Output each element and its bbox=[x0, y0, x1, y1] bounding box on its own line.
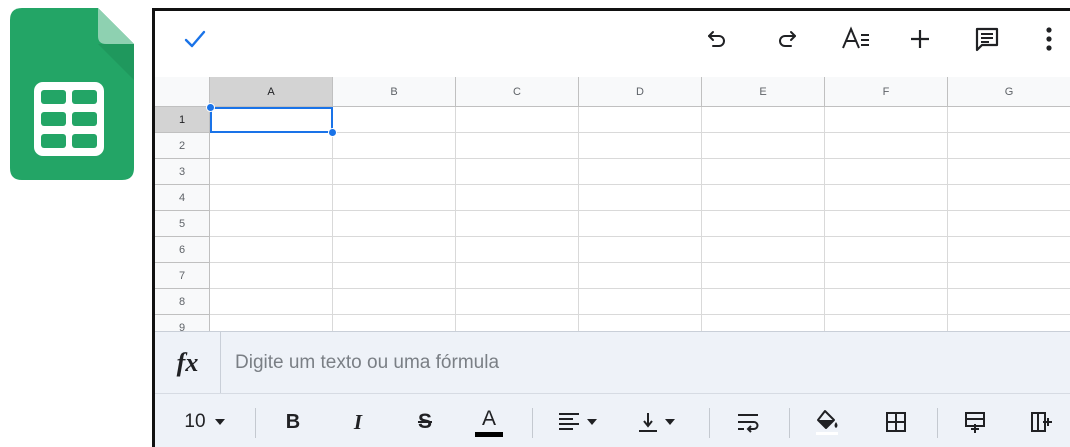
row-header-8[interactable]: 8 bbox=[155, 289, 210, 315]
more-vert-icon[interactable] bbox=[1029, 19, 1069, 59]
row-header-6[interactable]: 6 bbox=[155, 237, 210, 263]
text-color-label: A bbox=[481, 406, 496, 430]
font-size-dropdown-icon bbox=[214, 419, 225, 425]
column-header-f[interactable]: F bbox=[825, 77, 948, 107]
top-toolbar bbox=[155, 11, 1070, 77]
borders-icon[interactable] bbox=[876, 402, 916, 442]
font-size-value: 10 bbox=[184, 411, 206, 432]
check-icon[interactable] bbox=[175, 19, 215, 59]
fx-icon: fx bbox=[155, 332, 221, 394]
column-header-c[interactable]: C bbox=[456, 77, 579, 107]
row-header-3[interactable]: 3 bbox=[155, 159, 210, 185]
select-all-corner[interactable] bbox=[155, 77, 210, 107]
column-header-b[interactable]: B bbox=[333, 77, 456, 107]
cell-area[interactable] bbox=[210, 107, 1070, 331]
google-sheets-logo-icon bbox=[10, 8, 134, 180]
undo-icon[interactable] bbox=[697, 19, 737, 59]
row-header-2[interactable]: 2 bbox=[155, 133, 210, 159]
text-color-icon[interactable]: A bbox=[471, 402, 507, 442]
row-header-5[interactable]: 5 bbox=[155, 211, 210, 237]
spreadsheet-editor: A B C D E F G 1 2 3 4 5 6 7 8 9 fx Digit… bbox=[152, 8, 1070, 447]
bold-icon[interactable]: B bbox=[275, 402, 311, 442]
toolbar-divider bbox=[255, 408, 256, 438]
insert-icon[interactable] bbox=[900, 19, 940, 59]
selected-cell-a1[interactable] bbox=[210, 107, 333, 133]
text-wrap-icon[interactable] bbox=[729, 402, 769, 442]
comment-icon[interactable] bbox=[967, 19, 1007, 59]
column-header-g[interactable]: G bbox=[948, 77, 1070, 107]
italic-icon[interactable]: I bbox=[340, 402, 376, 442]
selection-handle-top-left[interactable] bbox=[206, 103, 215, 112]
toolbar-divider bbox=[709, 408, 710, 438]
toolbar-divider bbox=[532, 408, 533, 438]
redo-icon[interactable] bbox=[767, 19, 807, 59]
column-header-e[interactable]: E bbox=[702, 77, 825, 107]
format-toolbar: 10 B I S A bbox=[155, 393, 1070, 447]
selection-handle-bottom-right[interactable] bbox=[328, 128, 337, 137]
row-header-7[interactable]: 7 bbox=[155, 263, 210, 289]
toolbar-divider bbox=[937, 408, 938, 438]
fill-color-icon[interactable] bbox=[807, 402, 847, 442]
row-header-1[interactable]: 1 bbox=[155, 107, 210, 133]
text-format-icon[interactable] bbox=[836, 19, 876, 59]
strikethrough-icon[interactable]: S bbox=[407, 402, 443, 442]
formula-input[interactable]: Digite um texto ou uma fórmula bbox=[235, 348, 1035, 378]
column-header-a[interactable]: A bbox=[210, 77, 333, 107]
toolbar-divider bbox=[789, 408, 790, 438]
insert-column-icon[interactable] bbox=[1021, 402, 1061, 442]
spreadsheet-grid: A B C D E F G 1 2 3 4 5 6 7 8 9 bbox=[155, 77, 1070, 341]
formula-bar: fx Digite um texto ou uma fórmula bbox=[155, 331, 1070, 394]
column-header-d[interactable]: D bbox=[579, 77, 702, 107]
vertical-align-icon[interactable] bbox=[631, 402, 687, 442]
horizontal-align-icon[interactable] bbox=[551, 402, 607, 442]
text-color-swatch bbox=[475, 431, 503, 437]
row-header-4[interactable]: 4 bbox=[155, 185, 210, 211]
insert-row-icon[interactable] bbox=[955, 402, 995, 442]
font-size-dropdown[interactable]: 10 bbox=[173, 402, 237, 442]
